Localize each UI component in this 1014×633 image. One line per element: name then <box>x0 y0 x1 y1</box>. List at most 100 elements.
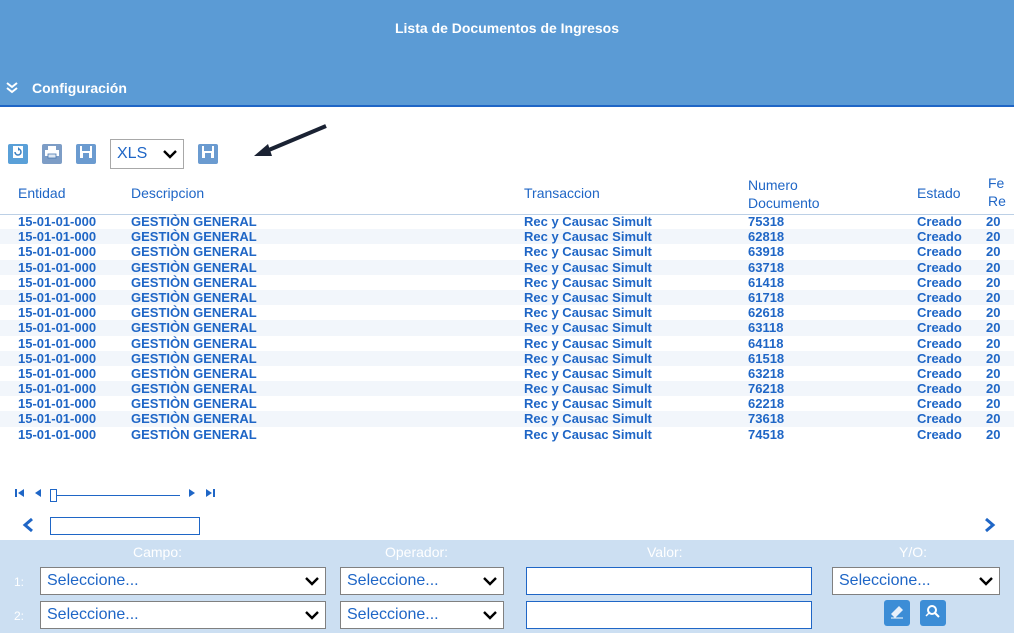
cell-entidad: 15-01-01-000 <box>18 214 97 229</box>
filter-row2-valor-input[interactable] <box>526 601 812 629</box>
cell-entidad: 15-01-01-000 <box>18 274 97 290</box>
table-row[interactable]: 15-01-01-000 GESTIÒN GENERAL Rec y Causac … <box>0 320 1014 336</box>
col-header-entidad[interactable]: Entidad <box>18 184 65 202</box>
refresh-icon <box>11 145 25 164</box>
last-page-icon[interactable] <box>204 487 216 502</box>
col-header-fecha-line1: Fe <box>988 175 1005 191</box>
horizontal-scrollbar[interactable] <box>14 515 1014 539</box>
cell-numero: 74518 <box>748 426 785 442</box>
filter-row1-yo-select[interactable]: Seleccione... <box>832 567 1000 595</box>
col-header-descripcion[interactable]: Descripcion <box>131 184 204 202</box>
cell-transaccion: Rec y Causac Simult <box>524 305 652 321</box>
table-row[interactable]: 15-01-01-000 GESTIÒN GENERAL Rec y Causac … <box>0 427 1014 442</box>
table-row[interactable]: 15-01-01-000 GESTIÒN GENERAL Rec y Causac … <box>0 244 1014 259</box>
table-row[interactable]: 15-01-01-000 GESTIÒN GENERAL Rec y Causac … <box>0 305 1014 320</box>
cell-fecha: 20 <box>986 320 1001 336</box>
filter-row1-operador-select[interactable]: Seleccione... <box>340 567 504 595</box>
eraser-icon <box>888 602 906 625</box>
filter-row1-campo-select[interactable]: Seleccione... <box>40 567 326 595</box>
export-save-button[interactable] <box>198 144 218 164</box>
filter-search-icon <box>924 602 942 625</box>
refresh-button[interactable] <box>8 144 28 164</box>
cell-fecha: 20 <box>986 274 1001 290</box>
page-title: Lista de Documentos de Ingresos <box>394 20 620 36</box>
cell-descripcion: GESTIÒN GENERAL <box>131 274 257 290</box>
table-row[interactable]: 15-01-01-000 GESTIÒN GENERAL Rec y Causac … <box>0 396 1014 411</box>
table-row[interactable]: 15-01-01-000 GESTIÒN GENERAL Rec y Causac … <box>0 381 1014 397</box>
cell-numero: 61418 <box>748 274 785 290</box>
cell-numero: 61718 <box>748 289 785 305</box>
cell-entidad: 15-01-01-000 <box>18 305 97 321</box>
scroll-right-icon[interactable] <box>984 517 996 538</box>
cell-fecha: 20 <box>986 381 1001 397</box>
cell-estado: Creado <box>917 244 962 260</box>
cell-entidad: 15-01-01-000 <box>18 411 97 427</box>
cell-estado: Creado <box>917 289 962 305</box>
table-row[interactable]: 15-01-01-000 GESTIÒN GENERAL Rec y Causac … <box>0 275 1014 290</box>
next-page-icon[interactable] <box>188 487 196 502</box>
cell-estado: Creado <box>917 350 962 366</box>
cell-numero: 61518 <box>748 350 785 366</box>
cell-numero: 62618 <box>748 305 785 321</box>
cell-numero: 63118 <box>748 320 784 336</box>
select-value: Seleccione... <box>47 606 139 623</box>
col-header-numero[interactable]: Numero Documento <box>748 176 820 212</box>
filter-row2-operador-select[interactable]: Seleccione... <box>340 601 504 629</box>
divider <box>0 105 1014 107</box>
table-row[interactable]: 15-01-01-000 GESTIÒN GENERAL Rec y Causac … <box>0 214 1014 229</box>
table-row[interactable]: 15-01-01-000 GESTIÒN GENERAL Rec y Causac … <box>0 411 1014 427</box>
table-row[interactable]: 15-01-01-000 GESTIÒN GENERAL Rec y Causac … <box>0 259 1014 275</box>
select-value: Seleccione... <box>347 606 439 623</box>
cell-transaccion: Rec y Causac Simult <box>524 244 652 260</box>
table-row[interactable]: 15-01-01-000 GESTIÒN GENERAL Rec y Causac … <box>0 336 1014 351</box>
table-row[interactable]: 15-01-01-000 GESTIÒN GENERAL Rec y Causac … <box>0 366 1014 381</box>
cell-descripcion: GESTIÒN GENERAL <box>131 305 257 321</box>
cell-estado: Creado <box>917 335 962 351</box>
grid-header: Entidad Descripcion Transaccion Numero D… <box>0 174 1014 215</box>
prev-page-icon[interactable] <box>34 487 42 502</box>
cell-fecha: 20 <box>986 229 1001 245</box>
pager <box>14 487 216 502</box>
chevron-down-icon <box>483 607 497 623</box>
table-row[interactable]: 15-01-01-000 GESTIÒN GENERAL Rec y Causac … <box>0 229 1014 245</box>
cell-numero: 62818 <box>748 229 785 245</box>
cell-estado: Creado <box>917 411 962 427</box>
cell-transaccion: Rec y Causac Simult <box>524 381 652 397</box>
filter-row2-campo-select[interactable]: Seleccione... <box>40 601 326 629</box>
first-page-icon[interactable] <box>14 487 26 502</box>
save-button[interactable] <box>76 144 96 164</box>
cell-entidad: 15-01-01-000 <box>18 320 97 336</box>
cell-transaccion: Rec y Causac Simult <box>524 426 652 442</box>
scroll-thumb[interactable] <box>50 517 200 535</box>
table-row[interactable]: 15-01-01-000 GESTIÒN GENERAL Rec y Causac … <box>0 289 1014 306</box>
col-header-fecha[interactable]: Fe Re <box>988 174 1006 210</box>
cell-entidad: 15-01-01-000 <box>18 365 97 381</box>
cell-descripcion: GESTIÒN GENERAL <box>131 244 257 260</box>
apply-filter-button[interactable] <box>920 600 946 626</box>
page-slider[interactable] <box>50 488 180 502</box>
clear-filter-button[interactable] <box>884 600 910 626</box>
col-header-transaccion[interactable]: Transaccion <box>524 184 600 202</box>
table-row[interactable]: 15-01-01-000 GESTIÒN GENERAL Rec y Causac … <box>0 350 1014 366</box>
cell-transaccion: Rec y Causac Simult <box>524 320 652 336</box>
cell-descripcion: GESTIÒN GENERAL <box>131 229 257 245</box>
cell-estado: Creado <box>917 396 962 412</box>
filter-row1-valor-input[interactable] <box>526 567 812 595</box>
cell-fecha: 20 <box>986 396 1001 412</box>
cell-numero: 62218 <box>748 396 785 412</box>
scroll-left-icon[interactable] <box>22 517 34 538</box>
page-slider-thumb[interactable] <box>50 488 57 502</box>
cell-transaccion: Rec y Causac Simult <box>524 365 652 381</box>
cell-entidad: 15-01-01-000 <box>18 244 97 260</box>
cell-descripcion: GESTIÒN GENERAL <box>131 289 257 305</box>
cell-numero: 75318 <box>748 214 785 229</box>
filter-row-number: 1: <box>14 575 25 589</box>
col-header-estado[interactable]: Estado <box>917 184 961 202</box>
cell-estado: Creado <box>917 259 962 275</box>
export-format-select[interactable]: XLS <box>110 139 184 169</box>
filter-label-campo: Campo: <box>133 544 183 560</box>
cell-numero: 63718 <box>748 259 785 275</box>
print-button[interactable] <box>42 144 62 164</box>
toolbar: XLS <box>8 134 232 174</box>
config-toggle[interactable]: Configuración <box>6 80 127 96</box>
